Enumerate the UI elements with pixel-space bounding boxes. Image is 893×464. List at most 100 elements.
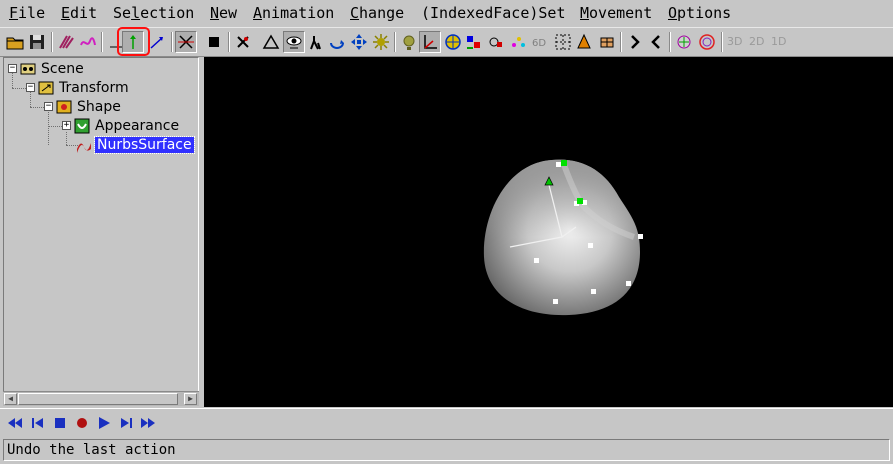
eye-button[interactable] (283, 31, 305, 53)
texture-icon (489, 37, 502, 47)
scroll-left-arrow-icon[interactable]: ◀ (4, 393, 17, 405)
menu-indexedfaceset[interactable]: (IndexedFace)Set (421, 4, 566, 22)
collapse-shape-toggle[interactable]: − (44, 102, 53, 111)
chevron-left-icon (651, 35, 660, 49)
move-y-button[interactable] (122, 31, 144, 53)
record-icon[interactable] (74, 415, 90, 431)
3d-viewport[interactable] (204, 57, 893, 407)
control-point[interactable] (534, 258, 539, 263)
spin-button[interactable] (370, 31, 392, 53)
move-arrows-icon (351, 34, 367, 50)
rotate-button[interactable] (326, 31, 348, 53)
chevron-right-icon (631, 35, 640, 49)
sixd-button[interactable]: 6D (529, 31, 551, 53)
scroll-right-arrow-icon[interactable]: ▶ (184, 393, 197, 405)
collapse-scene-toggle[interactable]: − (8, 64, 17, 73)
scene-tree: − Scene − Transform − Shape + Appearance… (3, 57, 199, 406)
eye-icon (286, 36, 302, 49)
walker-icon (310, 36, 321, 50)
next-button[interactable] (624, 31, 646, 53)
status-bar: Undo the last action (3, 439, 890, 461)
control-point[interactable] (591, 289, 596, 294)
paste-button[interactable] (77, 31, 99, 53)
tree-node-shape[interactable]: Shape (56, 98, 123, 116)
dots-icon (512, 37, 525, 47)
target-button[interactable] (696, 31, 718, 53)
view-2d-button[interactable]: 2D (749, 35, 764, 48)
scrollbar-thumb[interactable] (18, 393, 178, 405)
move-y-axis-icon (130, 35, 136, 49)
control-point[interactable] (638, 234, 643, 239)
tool-button-2[interactable] (260, 31, 282, 53)
menu-bar: File Edit Selection New Animation Change… (0, 0, 893, 26)
collapse-transform-toggle[interactable]: − (26, 83, 35, 92)
texture-button[interactable] (485, 31, 507, 53)
view-3d-button[interactable]: 3D (727, 35, 742, 48)
rotate-icon (330, 40, 344, 49)
tree-label-scene: Scene (41, 61, 84, 77)
play-icon[interactable] (96, 415, 112, 431)
tree-node-appearance[interactable]: Appearance (74, 117, 181, 135)
active-control-point[interactable] (577, 198, 583, 204)
open-file-button[interactable] (4, 31, 26, 53)
cross-tool-button[interactable] (175, 31, 197, 53)
sphere-button[interactable] (442, 31, 464, 53)
prev-button[interactable] (645, 31, 667, 53)
light-button[interactable] (398, 31, 420, 53)
svg-text:6D: 6D (532, 38, 546, 49)
transform-icon (38, 81, 54, 95)
step-forward-icon[interactable] (118, 415, 134, 431)
move-z-button[interactable] (146, 31, 168, 53)
cut-button[interactable] (55, 31, 77, 53)
axes-button[interactable] (419, 31, 441, 53)
control-point[interactable] (556, 162, 561, 167)
axes-icon (424, 35, 437, 49)
cone-button[interactable] (573, 31, 595, 53)
pan-button[interactable] (348, 31, 370, 53)
shape-icon (56, 100, 72, 114)
tree-node-transform[interactable]: Transform (38, 79, 131, 97)
menu-animation[interactable]: Animation (253, 4, 334, 22)
expand-appearance-toggle[interactable]: + (62, 121, 71, 130)
color-ball-icon (677, 35, 691, 49)
tree-label-transform: Transform (59, 80, 129, 96)
animation-controls (0, 408, 893, 437)
stripes-icon (59, 35, 74, 49)
stop-button[interactable] (203, 31, 225, 53)
view-1d-button[interactable]: 1D (771, 35, 786, 48)
cross-icon (178, 35, 194, 49)
walk-button[interactable] (305, 31, 327, 53)
color-button[interactable] (463, 31, 485, 53)
menu-options[interactable]: Options (668, 4, 731, 22)
rewind-icon[interactable] (7, 415, 23, 431)
control-point[interactable] (553, 299, 558, 304)
fast-forward-icon[interactable] (140, 415, 156, 431)
tree-node-scene[interactable]: Scene (20, 60, 86, 78)
control-point[interactable] (626, 281, 631, 286)
grid-button[interactable] (552, 31, 574, 53)
stop-icon[interactable] (52, 415, 68, 431)
menu-change[interactable]: Change (350, 4, 404, 22)
target-icon (699, 34, 715, 50)
menu-file[interactable]: File (9, 4, 45, 22)
hammer-icon (237, 36, 249, 48)
control-point[interactable] (588, 243, 593, 248)
curl-icon (80, 37, 96, 46)
menu-selection[interactable]: Selection (113, 4, 194, 22)
material-button[interactable] (507, 31, 529, 53)
tool-button-1[interactable] (232, 31, 254, 53)
rgb-ball-button[interactable] (673, 31, 695, 53)
tree-node-nurbssurface[interactable]: NurbsSurface (76, 136, 195, 154)
menu-edit[interactable]: Edit (61, 4, 97, 22)
menu-new[interactable]: New (210, 4, 237, 22)
tree-horizontal-scrollbar[interactable]: ◀ ▶ (3, 391, 199, 406)
tree-label-shape: Shape (77, 99, 121, 115)
tree-label-appearance: Appearance (95, 118, 180, 134)
box-button[interactable] (596, 31, 618, 53)
checker-icon (600, 37, 614, 48)
rgb-icon (467, 36, 480, 49)
step-back-icon[interactable] (30, 415, 46, 431)
active-control-point[interactable] (561, 160, 567, 166)
menu-movement[interactable]: Movement (580, 4, 652, 22)
save-file-button[interactable] (26, 31, 48, 53)
